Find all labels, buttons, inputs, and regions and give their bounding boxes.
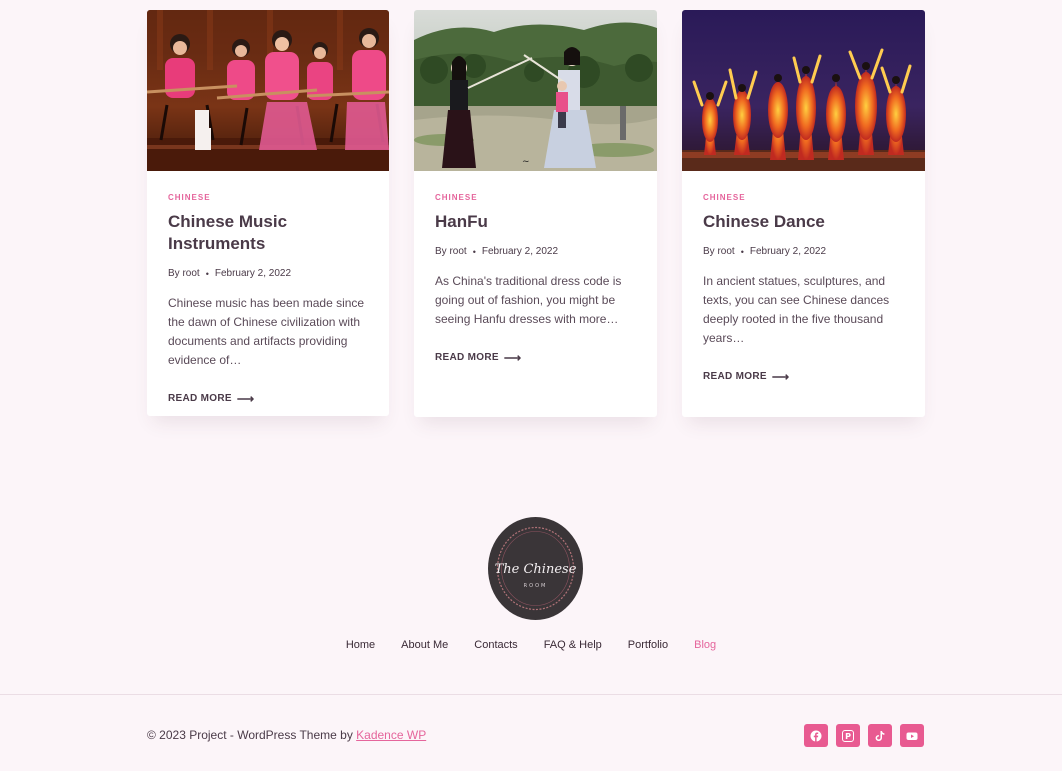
post-thumbnail[interactable] <box>147 10 389 171</box>
youtube-button[interactable] <box>900 724 924 747</box>
music-performance-image <box>147 10 389 171</box>
read-more-link[interactable]: READ MORE ⟶ <box>168 392 254 406</box>
post-excerpt: Chinese music has been made since the da… <box>168 294 369 370</box>
post-thumbnail[interactable]: ~ <box>414 10 657 171</box>
facebook-button[interactable] <box>804 724 828 747</box>
meta-separator: • <box>205 268 209 279</box>
pinterest-button[interactable]: P <box>836 724 860 747</box>
read-more-label: READ MORE <box>703 371 767 382</box>
post-date: February 2, 2022 <box>214 268 292 279</box>
tiktok-icon <box>875 730 885 741</box>
post-thumbnail[interactable] <box>682 10 925 171</box>
footer-nav-about-me[interactable]: About Me <box>401 639 448 651</box>
post-category[interactable]: CHINESE <box>168 193 369 202</box>
post-title-line[interactable]: Chinese Dance <box>703 212 825 231</box>
footer-nav-faq-help[interactable]: FAQ & Help <box>544 639 602 651</box>
excerpt-line: years… <box>703 331 745 345</box>
dance-performance-image <box>682 10 925 171</box>
excerpt-line: evidence of… <box>168 353 242 367</box>
excerpt-line: documents and artifacts providing <box>168 334 348 348</box>
post-title-line[interactable]: Chinese Music <box>168 212 287 231</box>
post-excerpt: In ancient statues, sculptures, and text… <box>703 272 905 348</box>
copyright: © 2023 Project - WordPress Theme by Kade… <box>147 728 426 742</box>
post-meta: By root • February 2, 2022 <box>435 246 637 257</box>
tiktok-button[interactable] <box>868 724 892 747</box>
pinterest-icon: P <box>842 729 854 742</box>
post-card: CHINESE Chinese Dance By root • February… <box>682 10 925 417</box>
post-author[interactable]: By root <box>703 246 735 257</box>
logo-emblem: The Chinese ROOM <box>495 526 577 611</box>
excerpt-line: seeing Hanfu dresses with more… <box>435 312 619 326</box>
social-links: P <box>804 724 924 747</box>
excerpt-line: the dawn of Chinese civilization with <box>168 315 361 329</box>
hanfu-scene-image: ~ <box>414 10 657 171</box>
footer-nav-blog[interactable]: Blog <box>694 639 716 651</box>
post-title[interactable]: Chinese Music Instruments <box>168 211 369 255</box>
footer-divider <box>0 694 1062 695</box>
post-author[interactable]: By root <box>168 268 200 279</box>
logo-script-text: The Chinese <box>495 562 577 577</box>
excerpt-line: In ancient statues, sculptures, and <box>703 274 886 288</box>
youtube-icon <box>906 732 918 740</box>
post-grid: CHINESE Chinese Music Instruments By roo… <box>147 10 925 417</box>
post-meta: By root • February 2, 2022 <box>168 268 369 279</box>
arrow-right-icon: ⟶ <box>236 391 255 406</box>
footer-nav-contacts[interactable]: Contacts <box>474 639 517 651</box>
meta-separator: • <box>740 246 744 257</box>
read-more-link[interactable]: READ MORE ⟶ <box>435 351 521 365</box>
post-title-line[interactable]: Instruments <box>168 234 265 253</box>
post-excerpt: As China's traditional dress code is goi… <box>435 272 637 329</box>
post-title-line[interactable]: HanFu <box>435 212 488 231</box>
post-category[interactable]: CHINESE <box>435 193 637 202</box>
post-category[interactable]: CHINESE <box>703 193 905 202</box>
facebook-icon <box>810 730 822 741</box>
watermark: ~ <box>522 157 530 167</box>
post-card: CHINESE Chinese Music Instruments By roo… <box>147 10 389 416</box>
svg-text:P: P <box>845 732 851 741</box>
post-card: ~ CHINESE HanFu By root • February 2, 20… <box>414 10 657 417</box>
logo-sub-text: ROOM <box>524 583 548 589</box>
excerpt-line: Chinese music has been made since <box>168 296 365 310</box>
meta-separator: • <box>472 246 476 257</box>
copyright-text: © 2023 Project - WordPress Theme by <box>147 728 357 742</box>
post-date: February 2, 2022 <box>481 246 559 257</box>
arrow-right-icon: ⟶ <box>503 350 522 365</box>
footer-nav-home[interactable]: Home <box>346 639 375 651</box>
read-more-link[interactable]: READ MORE ⟶ <box>703 370 789 384</box>
post-title[interactable]: HanFu <box>435 211 637 233</box>
excerpt-line: texts, you can see Chinese dances <box>703 293 890 307</box>
site-logo[interactable]: The Chinese ROOM <box>488 517 583 620</box>
theme-credit-link[interactable]: Kadence WP <box>356 728 426 742</box>
footer-nav-portfolio[interactable]: Portfolio <box>628 639 668 651</box>
post-date: February 2, 2022 <box>749 246 827 257</box>
read-more-label: READ MORE <box>168 393 232 404</box>
read-more-label: READ MORE <box>435 352 499 363</box>
arrow-right-icon: ⟶ <box>771 369 790 384</box>
post-author[interactable]: By root <box>435 246 467 257</box>
post-meta: By root • February 2, 2022 <box>703 246 905 257</box>
excerpt-line: going out of fashion, you might be <box>435 293 616 307</box>
post-title[interactable]: Chinese Dance <box>703 211 905 233</box>
footer-navigation: Home About Me Contacts FAQ & Help Portfo… <box>0 639 1062 651</box>
excerpt-line: deeply rooted in the five thousand <box>703 312 884 326</box>
excerpt-line: As China's traditional dress code is <box>435 274 622 288</box>
